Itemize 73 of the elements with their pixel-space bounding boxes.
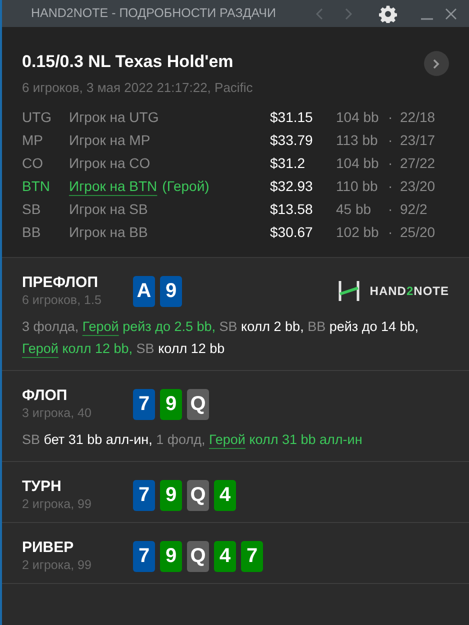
next-hand-button[interactable] bbox=[424, 51, 449, 76]
player-stats: 23/20 bbox=[400, 177, 436, 196]
player-name[interactable]: Игрок на BB bbox=[69, 222, 148, 243]
player-stats: 23/17 bbox=[400, 131, 436, 150]
playing-card: A bbox=[133, 276, 155, 306]
settings-icon[interactable] bbox=[379, 4, 397, 22]
stack-amount: $13.58 bbox=[270, 200, 314, 219]
street-name: ПРЕФЛОП bbox=[22, 274, 99, 292]
separator-dot: · bbox=[388, 223, 394, 242]
stack-amount: $33.79 bbox=[270, 131, 314, 150]
stack-bb: 113 bb bbox=[336, 131, 379, 150]
logo-icon bbox=[338, 280, 360, 302]
separator-dot: · bbox=[388, 154, 394, 173]
playing-card: 7 bbox=[241, 540, 263, 572]
street-info: 3 игрока, 40 bbox=[22, 405, 92, 421]
playing-card: 4 bbox=[214, 540, 236, 572]
playing-card: 9 bbox=[160, 388, 182, 420]
seat-position: SB bbox=[22, 200, 42, 219]
stack-bb: 104 bb bbox=[336, 108, 380, 127]
chevron-right-icon bbox=[433, 58, 440, 68]
player-stats: 27/22 bbox=[400, 154, 436, 173]
playing-card: 9 bbox=[160, 480, 182, 510]
stack-bb: 110 bb bbox=[336, 177, 379, 196]
street-info: 2 игрока, 99 bbox=[22, 496, 92, 512]
stack-amount: $30.67 bbox=[270, 223, 314, 242]
action-line: 3 фолда, Герой рейз до 2.5 bb, SB колл 2 bb, BB рейз до 14 bb, Герой колл 12 bb, SB колл 12 bb bbox=[22, 318, 420, 358]
street-name: ФЛОП bbox=[22, 387, 68, 405]
playing-card: 9 bbox=[160, 276, 182, 306]
player-name[interactable]: Игрок на BTN bbox=[69, 176, 158, 197]
seat-position: MP bbox=[22, 131, 44, 150]
stack-amount: $31.15 bbox=[270, 108, 314, 127]
stack-bb: 45 bb bbox=[336, 200, 372, 219]
player-name[interactable]: Игрок на UTG bbox=[69, 107, 159, 128]
logo-text: HAND2NOTE bbox=[370, 283, 449, 300]
seat-position: BB bbox=[22, 223, 42, 242]
hero-tag: (Герой) bbox=[162, 176, 210, 197]
separator-dot: · bbox=[388, 108, 394, 127]
hand-info: 6 игроков, 3 мая 2022 21:17:22, Pacific bbox=[22, 78, 253, 97]
playing-card: Q bbox=[187, 480, 209, 510]
street-info: 6 игроков, 1.5 bbox=[22, 292, 102, 308]
playing-card: Q bbox=[187, 388, 209, 420]
street-name: ТУРН bbox=[22, 478, 62, 496]
seat-position: CO bbox=[22, 154, 44, 173]
player-stats: 22/18 bbox=[400, 108, 436, 127]
playing-card: 7 bbox=[133, 480, 155, 510]
stack-bb: 104 bb bbox=[336, 154, 380, 173]
seat-position: BTN bbox=[22, 177, 51, 196]
separator-dot: · bbox=[388, 131, 394, 150]
playing-card: 7 bbox=[133, 388, 155, 420]
playing-card: Q bbox=[187, 540, 209, 572]
separator-dot: · bbox=[388, 177, 394, 196]
back-button[interactable] bbox=[315, 8, 323, 20]
close-icon[interactable] bbox=[445, 8, 457, 20]
minimize-icon[interactable] bbox=[421, 18, 433, 20]
playing-card: 9 bbox=[160, 540, 182, 572]
game-title: 0.15/0.3 NL Texas Hold'em bbox=[22, 51, 234, 73]
seat-position: UTG bbox=[22, 108, 53, 127]
playing-card: 7 bbox=[133, 540, 155, 572]
forward-button[interactable] bbox=[345, 8, 353, 20]
player-stats: 25/20 bbox=[400, 223, 436, 242]
player-name[interactable]: Игрок на CO bbox=[69, 153, 150, 174]
stack-bb: 102 bb bbox=[336, 223, 380, 242]
player-name[interactable]: Игрок на MP bbox=[69, 130, 150, 151]
street-info: 2 игрока, 99 bbox=[22, 557, 92, 573]
playing-card: 4 bbox=[214, 480, 236, 510]
street-name: РИВЕР bbox=[22, 539, 75, 557]
player-name[interactable]: Игрок на SB bbox=[69, 199, 148, 220]
window-title: HAND2NOTE - ПОДРОБНОСТИ РАЗДАЧИ bbox=[31, 5, 276, 22]
action-line: SB бет 31 bb алл-ин, 1 фолд, Герой колл 31 bb алл-ин bbox=[22, 431, 364, 449]
player-stats: 92/2 bbox=[400, 200, 428, 219]
stack-amount: $31.2 bbox=[270, 154, 306, 173]
stack-amount: $32.93 bbox=[270, 177, 314, 196]
separator-dot: · bbox=[388, 200, 394, 219]
